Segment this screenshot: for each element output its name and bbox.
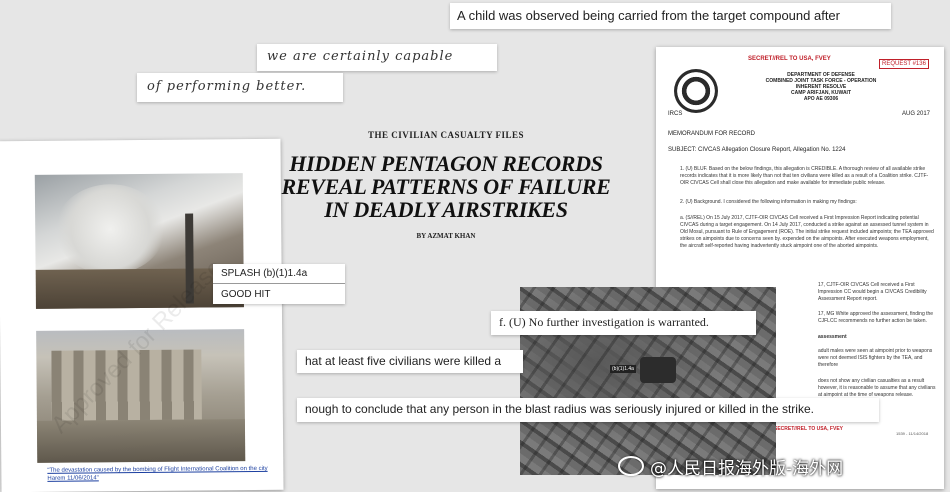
headline-line-2: REVEAL PATTERNS OF FAILURE: [281, 174, 611, 199]
quote-text-blast: nough to conclude that any person in the…: [305, 402, 814, 416]
memo-para-bluf: 1. (U) BLUF. Based on the below findings…: [680, 166, 929, 186]
memo-footer-code: 1539 - 11/14/2018: [896, 431, 929, 436]
memo-classification: SECRET//REL TO USA, FVEY: [748, 56, 831, 62]
series-kicker: THE CIVILIAN CASUALTY FILES: [367, 130, 525, 140]
memo-para-d: assessment: [818, 334, 847, 340]
headline-line-1: HIDDEN PENTAGON RECORDS: [289, 151, 603, 176]
quote-strip-investigation: f. (U) No further investigation is warra…: [491, 311, 756, 335]
memo-para-background: 2. (U) Background. I considered the foll…: [680, 199, 857, 205]
left-document: "The devastation caused by the bombing o…: [0, 138, 284, 492]
splash-label-box: SPLASH (b)(1)1.4a GOOD HIT: [213, 264, 345, 304]
quote-text-investigation: f. (U) No further investigation is warra…: [499, 315, 709, 329]
handwriting-strip-2: of performing better.: [137, 73, 343, 102]
byline: BY AZMAT KHAN: [416, 232, 476, 240]
photo-stamp: [243, 177, 261, 187]
memo-para-b: 17, CJTF-OIR CIVCAS Cell received a Firs…: [818, 282, 927, 302]
good-hit-label: GOOD HIT: [221, 289, 271, 300]
memo-para-c: 17, MG White approved the assessment, fi…: [818, 311, 934, 324]
handwriting-line-1: we are certainly capable: [267, 49, 454, 64]
quote-text-child: A child was observed being carried from …: [457, 8, 840, 23]
headline-line-3: IN DEADLY AIRSTRIKES: [324, 197, 568, 222]
quote-text-civilians: hat at least five civilians were killed …: [305, 354, 502, 368]
memo-para-e: adult males were seen at aimpoint prior …: [818, 348, 933, 368]
aerial-redaction-label: (b)(1)1.4a: [610, 365, 636, 373]
weibo-handle: @人民日报海外版-海外网: [650, 458, 844, 479]
weibo-watermark: @人民日报海外版-海外网: [618, 452, 843, 480]
splash-label: SPLASH (b)(1)1.4a: [221, 268, 308, 279]
quote-strip-blast: nough to conclude that any person in the…: [297, 398, 879, 422]
memo-footer-classification: SECRET//REL TO USA, FVEY: [774, 426, 843, 432]
dod-seal-icon: [674, 69, 718, 113]
memo-letterhead: DEPARTMENT OF DEFENSE COMBINED JOINT TAS…: [765, 72, 877, 102]
headline: HIDDEN PENTAGON RECORDS REVEAL PATTERNS …: [268, 152, 624, 221]
quote-strip-child: A child was observed being carried from …: [450, 3, 891, 29]
memo-subject: SUBJECT: CIVCAS Allegation Closure Repor…: [668, 147, 846, 153]
memo-for-record: MEMORANDUM FOR RECORD: [668, 131, 755, 137]
memo-ircs: IRCS: [668, 111, 683, 117]
photo-caption[interactable]: "The devastation caused by the bombing o…: [47, 465, 277, 483]
memo-para-a: a. (S//REL) On 15 July 2017, CJTF-OIR CI…: [680, 215, 934, 249]
memo-date: AUG 2017: [902, 111, 931, 117]
handwriting-line-2: of performing better.: [147, 79, 307, 94]
memo-request-number: REQUEST #136: [879, 59, 929, 69]
handwriting-strip-1: we are certainly capable: [257, 44, 497, 71]
quote-strip-civilians: hat at least five civilians were killed …: [297, 350, 523, 373]
memo-para-f: does not show any civilian casualties as…: [818, 378, 936, 398]
weibo-logo-icon: [618, 456, 644, 476]
